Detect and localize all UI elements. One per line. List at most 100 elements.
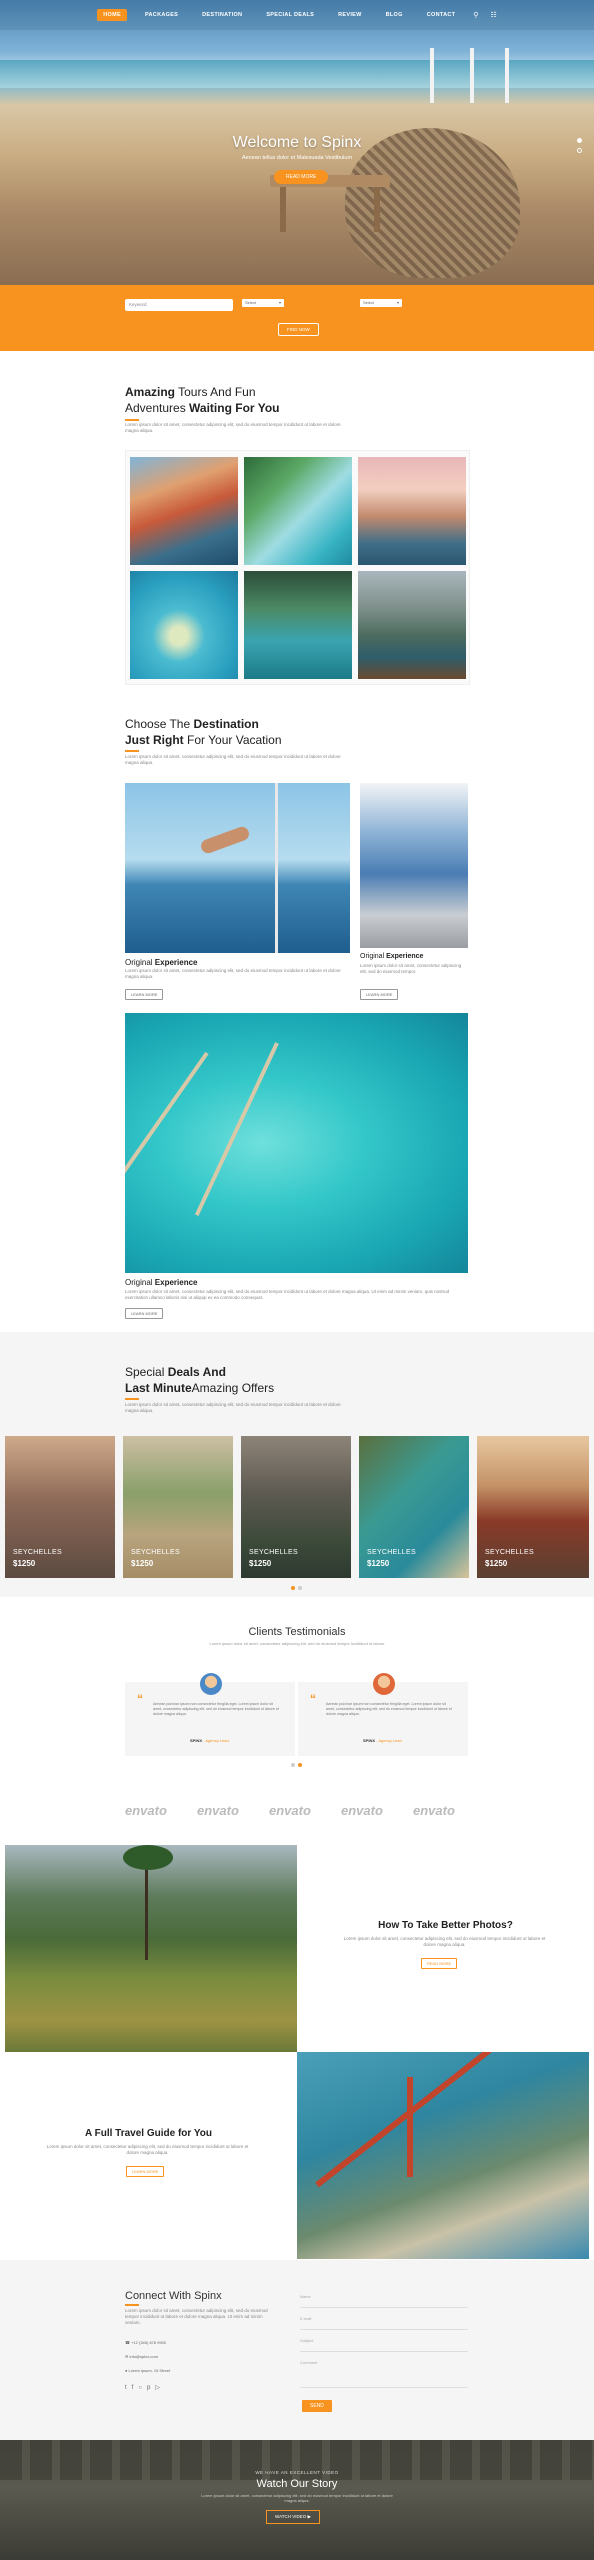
destination-image-sailing[interactable] <box>125 783 350 953</box>
learn-more-button[interactable]: LEARN MORE <box>126 2166 165 2177</box>
keyword-input[interactable]: Keyword <box>125 299 233 311</box>
contact-phone: ☎ +12 (345) 678 9900 <box>125 2340 166 2345</box>
title-bold: Deals And <box>167 1365 226 1379</box>
carousel-dot[interactable] <box>291 1763 295 1767</box>
deal-card[interactable]: SEYCHELLES $1250 <box>123 1436 233 1578</box>
slider-dot[interactable] <box>577 148 582 153</box>
destination-title: Choose The Destination Just Right For Yo… <box>125 716 282 748</box>
deal-card[interactable]: SEYCHELLES $1250 <box>359 1436 469 1578</box>
deal-card[interactable]: SEYCHELLES $1250 <box>5 1436 115 1578</box>
cart-icon[interactable]: ☷ <box>490 11 496 19</box>
destination-text: Lorem ipsum dolor sit amet, consectetur … <box>125 754 341 765</box>
search-bar: Keyword Select ▾ Select ▾ FIND NOW <box>0 285 594 351</box>
learn-more-button[interactable]: LEARN MORE <box>125 1308 164 1319</box>
partner-logo-envato[interactable]: envato <box>269 1803 311 1818</box>
testimonial-author: SPINX - Agency Lead <box>363 1738 402 1743</box>
blog-image-golden-gate[interactable] <box>297 2052 589 2259</box>
umbrella-pole <box>430 48 434 103</box>
partner-logo-envato[interactable]: envato <box>341 1803 383 1818</box>
email-value: info@spinx.com <box>129 2354 158 2359</box>
nav-packages[interactable]: PACKAGES <box>139 9 184 21</box>
partner-logo-envato[interactable]: envato <box>197 1803 239 1818</box>
author-role: - Agency Lead <box>202 1738 229 1743</box>
button-label: WATCH VIDEO <box>275 2514 307 2519</box>
hero-read-more-button[interactable]: READ MORE <box>274 170 329 184</box>
youtube-icon[interactable]: ▷ <box>155 2385 165 2391</box>
umbrella-pole <box>470 48 474 103</box>
gallery-image-cinque-terre[interactable] <box>130 457 238 565</box>
watch-video-button[interactable]: WATCH VIDEO ▶ <box>266 2510 320 2524</box>
nav-review[interactable]: REVIEW <box>332 9 368 21</box>
chevron-down-icon: ▾ <box>278 300 281 305</box>
umbrella-pole <box>505 48 509 103</box>
deal-card[interactable]: SEYCHELLES $1250 <box>477 1436 589 1578</box>
name-field[interactable]: Name <box>300 2292 468 2308</box>
blog-title[interactable]: A Full Travel Guide for You <box>0 2128 297 2139</box>
nav-blog[interactable]: BLOG <box>380 9 409 21</box>
card-text: Lorem ipsum dolor sit amet, consectetur … <box>125 968 341 979</box>
nav-destination[interactable]: DESTINATION <box>196 9 248 21</box>
slider-dot-active[interactable] <box>577 138 582 143</box>
gallery-image-tropical-beach[interactable] <box>244 457 352 565</box>
select-value: Select <box>363 300 375 305</box>
carousel-dot[interactable] <box>298 1586 302 1590</box>
testimonial-card: “ Aenean pulvinar ipsum non consectetur … <box>298 1673 468 1756</box>
partner-logo-envato[interactable]: envato <box>413 1803 455 1818</box>
select-dropdown-2[interactable]: Select ▾ <box>360 299 402 307</box>
quote-icon: “ <box>137 1692 143 1706</box>
address-value: Lorem ipsum, 15 Street <box>128 2368 171 2373</box>
video-text: Lorem ipsum dolor sit amet, consectetur … <box>201 2493 393 2503</box>
author-role: - Agency Lead <box>375 1738 402 1743</box>
learn-more-button[interactable]: LEARN MORE <box>360 989 399 1000</box>
destination-image-overwater-villas[interactable] <box>125 1013 468 1273</box>
carousel-dot-active[interactable] <box>298 1763 302 1767</box>
select-dropdown-1[interactable]: Select ▾ <box>242 299 284 307</box>
gallery-image-island[interactable] <box>130 571 238 679</box>
video-title: Watch Our Story <box>256 2478 338 2490</box>
blog-image-rice-terraces[interactable] <box>5 1845 297 2052</box>
connect-title: Connect With Spinx <box>125 2290 222 2302</box>
deal-card[interactable]: SEYCHELLES $1250 <box>241 1436 351 1578</box>
instagram-icon[interactable]: ○ <box>138 2385 147 2391</box>
title-bold: Just Right <box>125 733 184 747</box>
learn-more-button[interactable]: LEARN MORE <box>125 989 164 1000</box>
testimonial-text: Aenean pulvinar ipsum non consectetur fr… <box>326 1702 452 1716</box>
title-bold: Last Minute <box>125 1381 192 1395</box>
nav-home[interactable]: HOME <box>97 9 127 21</box>
card-title: Original Experience <box>360 953 423 960</box>
title-bold: Waiting For You <box>189 401 280 415</box>
social-links: tf○p▷ <box>125 2384 165 2391</box>
gallery-image-lagoon[interactable] <box>244 571 352 679</box>
deal-name: SEYCHELLES <box>367 1549 416 1556</box>
hero-section: HOME PACKAGES DESTINATION SPECIAL DEALS … <box>0 0 594 285</box>
phone-value: +12 (345) 678 9900 <box>131 2340 167 2345</box>
blog-title[interactable]: How To Take Better Photos? <box>297 1920 594 1931</box>
twitter-icon[interactable]: t <box>125 2385 132 2391</box>
destination-image-blue-alley[interactable] <box>360 783 468 948</box>
read-more-button[interactable]: READ MORE <box>421 1958 458 1969</box>
main-nav: HOME PACKAGES DESTINATION SPECIAL DEALS … <box>0 0 594 30</box>
title-text: Adventures <box>125 401 190 415</box>
accent-rule <box>125 419 139 421</box>
avatar <box>200 1673 222 1695</box>
avatar <box>373 1673 395 1695</box>
carousel-dot-active[interactable] <box>291 1586 295 1590</box>
find-now-button[interactable]: FIND NOW <box>278 323 319 336</box>
accent-rule <box>125 1398 139 1400</box>
card-title: Original Experience <box>125 1278 198 1287</box>
testimonials-title: Clients Testimonials <box>248 1626 346 1638</box>
partner-logo-envato[interactable]: envato <box>125 1803 167 1818</box>
email-field[interactable]: E-mail <box>300 2314 468 2330</box>
gallery-image-venice[interactable] <box>358 457 466 565</box>
comment-field[interactable]: Comment <box>300 2358 468 2388</box>
nav-contact[interactable]: CONTACT <box>421 9 462 21</box>
gallery-image-boat-lake[interactable] <box>358 571 466 679</box>
send-button[interactable]: SEND <box>302 2400 332 2412</box>
blog-text: Lorem ipsum dolor sit amet, consectetur … <box>343 1936 546 1947</box>
subject-field[interactable]: Subject <box>300 2336 468 2352</box>
select-value: Select <box>245 300 257 305</box>
search-icon[interactable]: ⚲ <box>473 11 478 19</box>
deal-name: SEYCHELLES <box>249 1549 298 1556</box>
nav-special-deals[interactable]: SPECIAL DEALS <box>260 9 320 21</box>
title-text: Tours And Fun <box>175 385 256 399</box>
